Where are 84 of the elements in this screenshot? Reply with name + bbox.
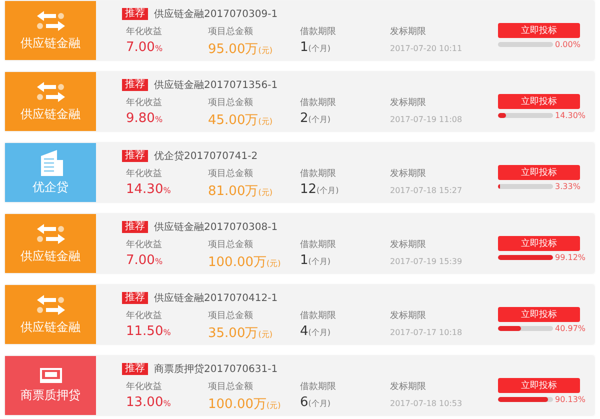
- amount-label: 项目总金额: [208, 168, 254, 180]
- loan-term: 12(个月): [300, 182, 340, 197]
- banner-label: 商票质押贷: [20, 386, 80, 404]
- bid-button[interactable]: 立即投标: [498, 165, 580, 180]
- loan-term: 2(个月): [300, 111, 332, 126]
- progress-bar: [498, 113, 553, 118]
- progress-percent: 40.97%: [555, 324, 586, 333]
- annual-rate: 7.00%: [126, 40, 164, 55]
- ticket-icon: [40, 368, 62, 384]
- total-amount: 100.00万(元): [208, 254, 282, 271]
- progress-percent: 99.12%: [555, 253, 586, 262]
- recommend-badge: 推荐: [122, 292, 148, 304]
- progress-bar: [498, 255, 553, 260]
- total-amount: 81.00万(元): [208, 183, 274, 200]
- date-label: 发标期限: [390, 238, 427, 251]
- loan-term: 6(个月): [300, 395, 332, 410]
- banner-label: 优企贷: [32, 178, 68, 196]
- term-label: 借款期限: [300, 96, 337, 109]
- amount-label: 项目总金额: [208, 238, 254, 251]
- bid-date: 2017-07-19 15:39: [390, 257, 464, 266]
- amount-label: 项目总金额: [208, 26, 254, 38]
- annual-rate: 13.00%: [126, 395, 172, 410]
- bid-button[interactable]: 立即投标: [498, 94, 580, 109]
- progress-percent: 0.00%: [555, 40, 580, 49]
- annual-rate: 9.80%: [126, 111, 164, 126]
- date-label: 发标期限: [390, 26, 427, 38]
- loan-term: 4(个月): [300, 324, 332, 339]
- banner-label: 供应链金融: [20, 106, 80, 122]
- progress-bar: [498, 326, 553, 331]
- recommend-badge: 推荐: [122, 150, 148, 162]
- recommend-badge: 推荐: [122, 221, 148, 233]
- recommend-badge: 推荐: [122, 363, 148, 375]
- date-label: 发标期限: [390, 310, 427, 322]
- bid-date: 2017-07-20 10:11: [390, 44, 464, 53]
- banner-label: 供应链金融: [20, 34, 80, 52]
- bid-date: 2017-07-19 11:08: [390, 115, 464, 124]
- date-label: 发标期限: [390, 380, 427, 393]
- annual-rate: 14.30%: [126, 182, 172, 197]
- annual-rate: 7.00%: [126, 253, 164, 268]
- rate-label: 年化收益: [126, 96, 163, 109]
- banner-label: 供应链金融: [20, 248, 80, 264]
- recommend-badge: 推荐: [122, 79, 148, 91]
- rate-label: 年化收益: [126, 380, 163, 393]
- bid-button[interactable]: 立即投标: [498, 236, 580, 251]
- loan-title: 供应链金融2017070412-1: [154, 292, 278, 305]
- loan-title: 供应链金融2017070309-1: [154, 8, 278, 21]
- rate-label: 年化收益: [126, 310, 163, 322]
- progress-bar: [498, 184, 553, 189]
- bid-date: 2017-07-17 10:18: [390, 328, 464, 337]
- rate-label: 年化收益: [126, 26, 163, 38]
- date-label: 发标期限: [390, 168, 427, 180]
- amount-label: 项目总金额: [208, 310, 254, 322]
- loan-title: 优企贷2017070741-2: [154, 150, 258, 163]
- term-label: 借款期限: [300, 238, 337, 251]
- rate-label: 年化收益: [126, 238, 163, 251]
- bid-date: 2017-07-18 10:53: [390, 399, 464, 408]
- term-label: 借款期限: [300, 168, 337, 180]
- progress-percent: 90.13%: [555, 395, 586, 404]
- bid-date: 2017-07-18 15:27: [390, 186, 464, 195]
- progress-percent: 14.30%: [555, 111, 586, 120]
- term-label: 借款期限: [300, 26, 337, 38]
- loan-title: 供应链金融2017070308-1: [154, 220, 278, 234]
- bid-button[interactable]: 立即投标: [498, 378, 580, 393]
- total-amount: 100.00万(元): [208, 396, 282, 413]
- loan-title: 商票质押贷2017070631-1: [154, 362, 278, 376]
- term-label: 借款期限: [300, 310, 337, 322]
- total-amount: 35.00万(元): [208, 325, 274, 342]
- amount-label: 项目总金额: [208, 380, 254, 393]
- banner-label: 供应链金融: [20, 318, 80, 336]
- loan-title: 供应链金融2017071356-1: [154, 78, 278, 92]
- total-amount: 95.00万(元): [208, 41, 274, 58]
- rate-label: 年化收益: [126, 168, 163, 180]
- amount-label: 项目总金额: [208, 96, 254, 109]
- progress-bar: [498, 397, 553, 402]
- recommend-badge: 推荐: [122, 8, 148, 20]
- loan-term: 1(个月): [300, 40, 332, 55]
- total-amount: 45.00万(元): [208, 112, 274, 129]
- bid-button[interactable]: 立即投标: [498, 307, 580, 322]
- loan-term: 1(个月): [300, 253, 332, 268]
- progress-percent: 3.33%: [555, 182, 580, 191]
- bid-button[interactable]: 立即投标: [498, 23, 580, 38]
- term-label: 借款期限: [300, 380, 337, 393]
- annual-rate: 11.50%: [126, 324, 172, 339]
- date-label: 发标期限: [390, 96, 427, 109]
